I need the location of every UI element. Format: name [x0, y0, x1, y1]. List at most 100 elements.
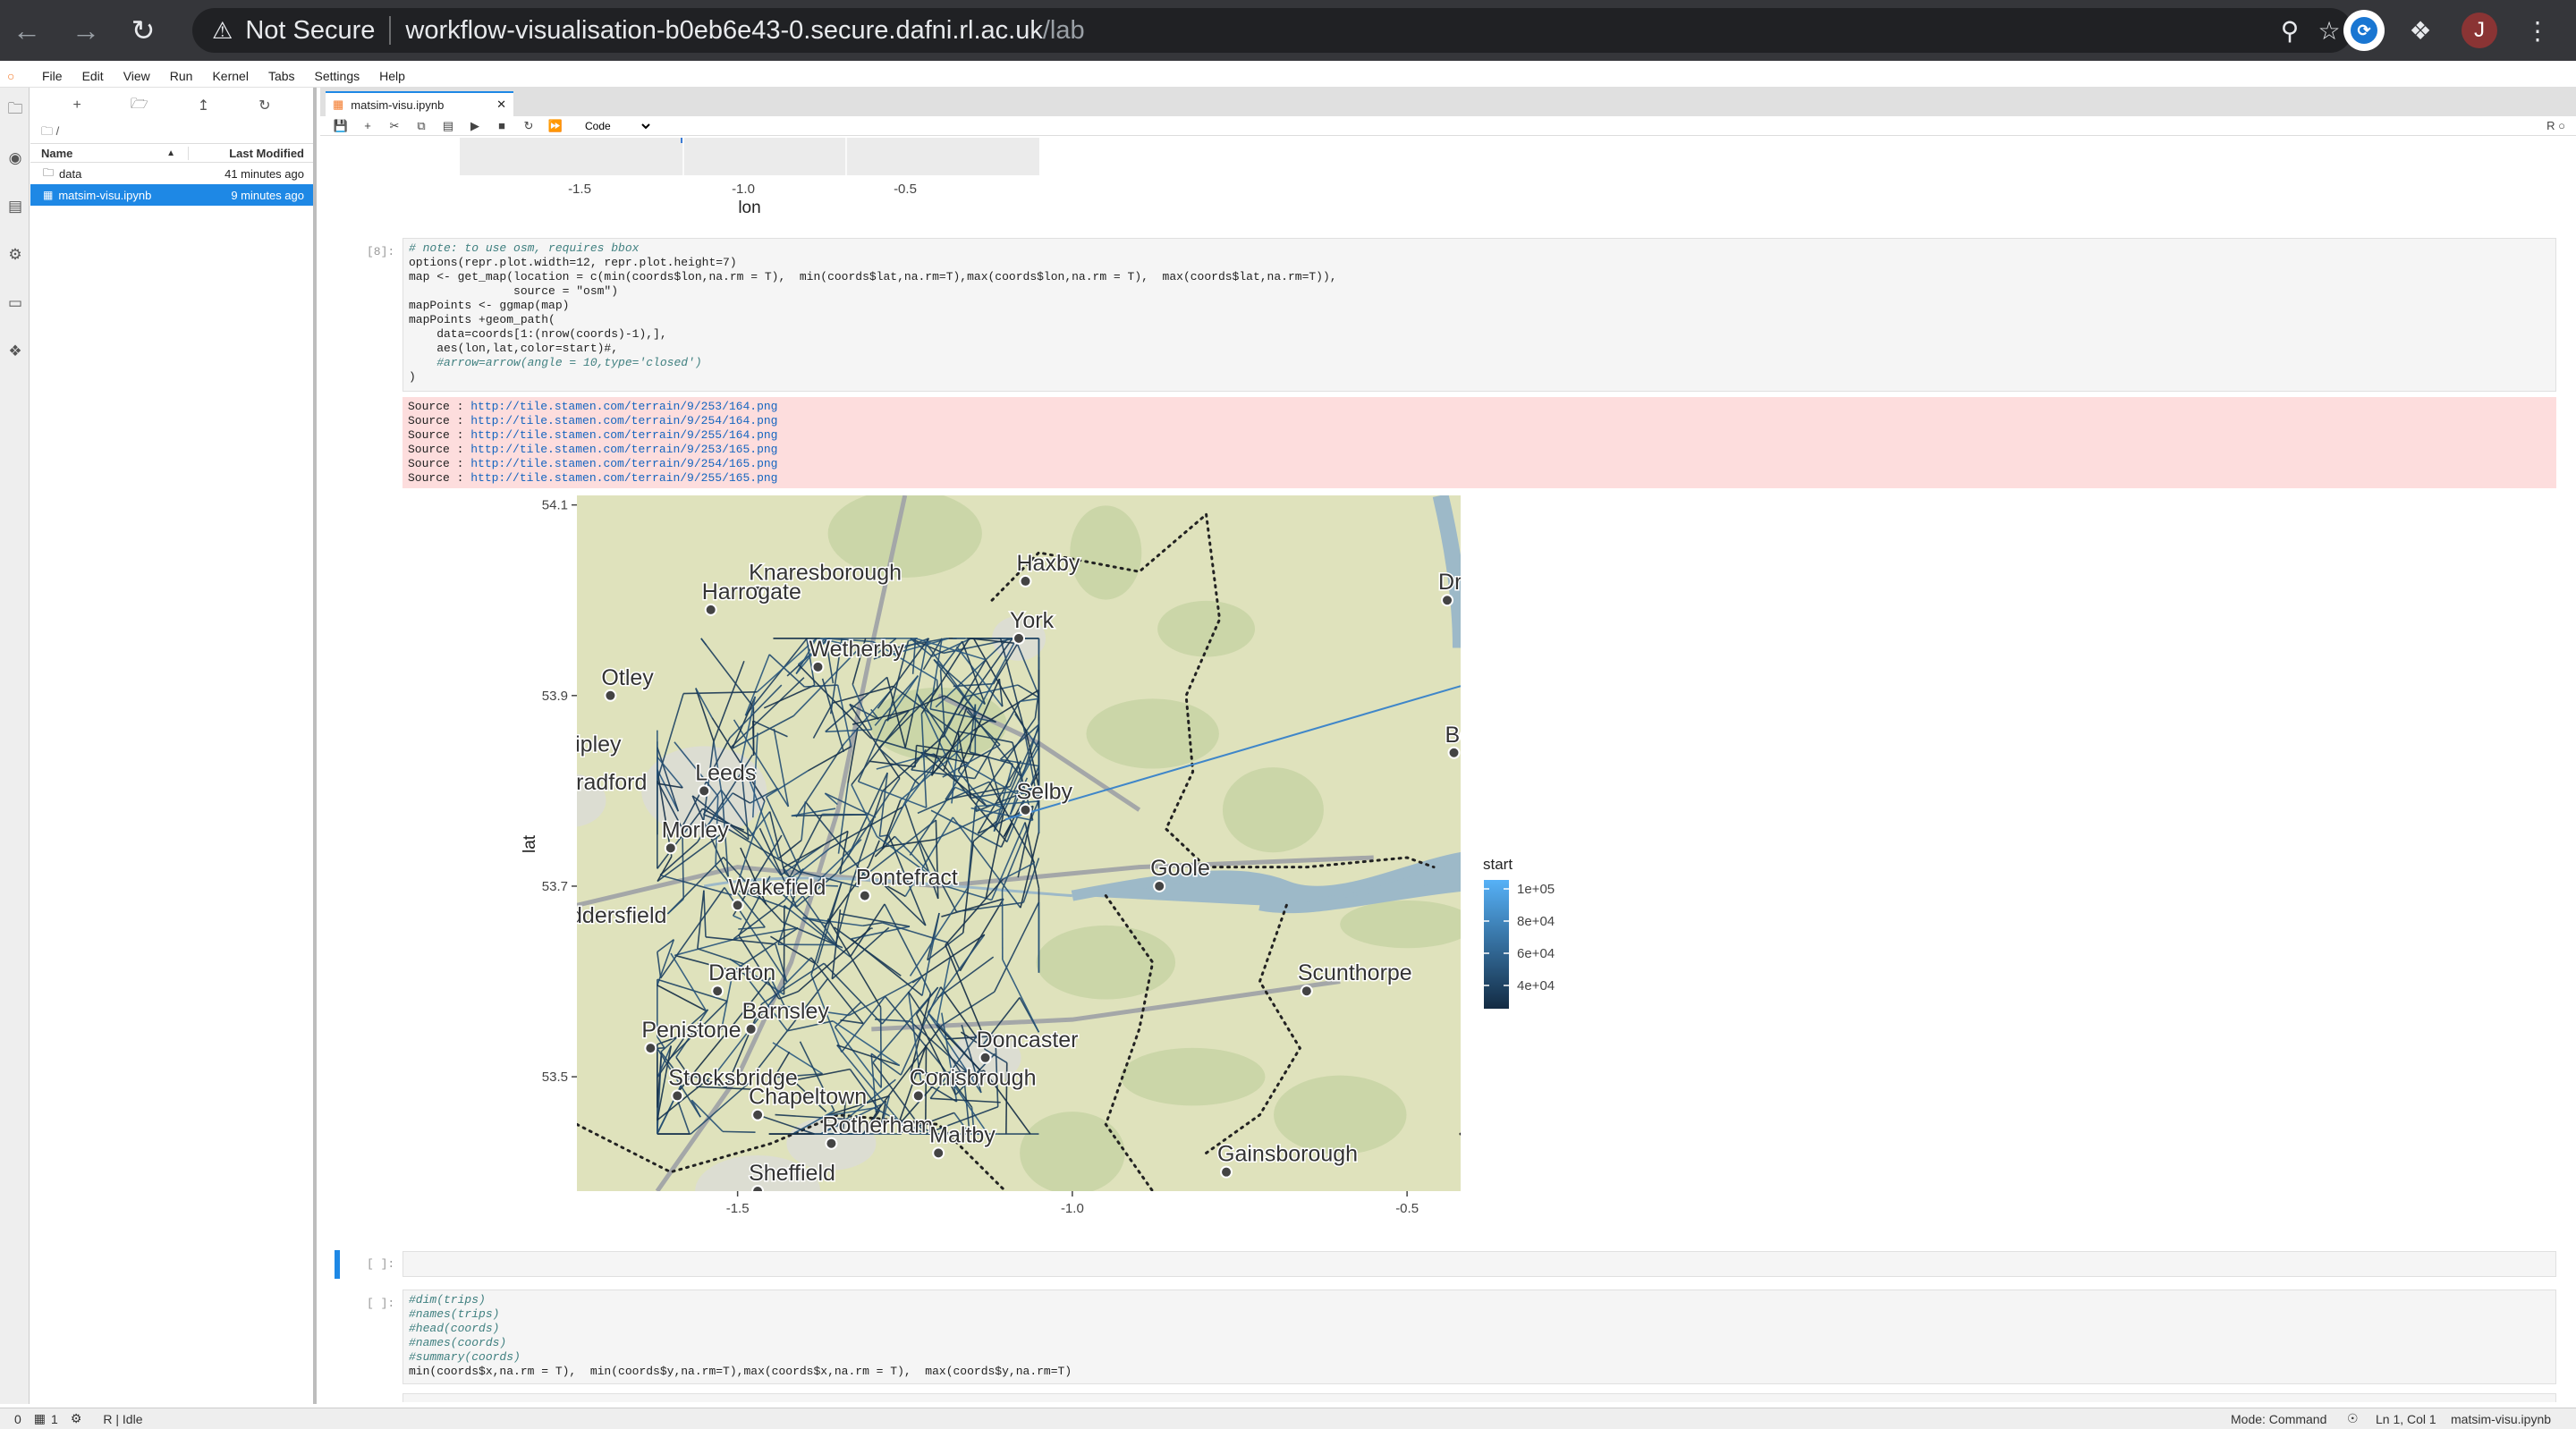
commands-icon[interactable]: ▤ — [5, 197, 25, 216]
run-icon[interactable]: ▶ — [462, 119, 488, 133]
y-tick-label: 54.1 — [542, 498, 568, 513]
place-dot — [1220, 1165, 1233, 1179]
menu-edit[interactable]: Edit — [72, 69, 114, 83]
extension-dafni[interactable]: ⟳ — [2343, 10, 2385, 51]
place-dot — [825, 1137, 838, 1150]
status-count[interactable]: 1 — [51, 1412, 58, 1426]
extensions-puzzle-icon[interactable]: ❖ — [2402, 11, 2438, 50]
property-inspector-icon[interactable]: ⚙ — [5, 245, 25, 265]
legend: start 1e+05 8e+04 6e+04 4e+04 — [1483, 856, 1555, 1009]
place-label: Maltby — [929, 1122, 996, 1147]
menu-view[interactable]: View — [114, 69, 160, 83]
reload-icon[interactable]: ↻ — [123, 11, 163, 50]
new-folder-icon[interactable]: 🗁 — [131, 94, 148, 118]
code-cell-input[interactable]: # note: to use osm, requires bbox options… — [402, 238, 2556, 392]
menu-help[interactable]: Help — [369, 69, 415, 83]
place-dot — [698, 784, 711, 798]
folder-icon: 🗀 — [41, 124, 54, 138]
place-dot — [704, 603, 717, 616]
kernel-indicator[interactable]: R ○ — [2546, 119, 2565, 132]
tile-link[interactable]: http://tile.stamen.com/terrain/9/253/165… — [470, 443, 777, 456]
breadcrumb[interactable]: 🗀 / — [30, 123, 313, 143]
extension-manager-icon[interactable]: ❖ — [5, 342, 25, 361]
running-icon[interactable]: ◉ — [5, 148, 25, 168]
menubar: ○ File Edit View Run Kernel Tabs Setting… — [0, 64, 2576, 88]
cell-type-select[interactable]: Code — [581, 118, 653, 133]
y-tick-label: 53.5 — [542, 1070, 568, 1085]
menu-run[interactable]: Run — [160, 69, 203, 83]
file-row[interactable]: ▦ matsim-visu.ipynb 9 minutes ago — [30, 184, 313, 206]
place-label: Haxby — [1016, 551, 1080, 576]
place-label: Conisbrough — [910, 1065, 1037, 1090]
status-count[interactable]: 0 — [14, 1412, 21, 1426]
kernel-status[interactable]: R | Idle — [103, 1412, 142, 1426]
cut-icon[interactable]: ✂ — [381, 119, 408, 133]
place-label: Wetherby — [809, 637, 904, 662]
x-tick-label: -0.5 — [894, 182, 917, 197]
cursor-position[interactable]: Ln 1, Col 1 — [2376, 1412, 2436, 1426]
notebook-icon: ▦ — [43, 189, 54, 201]
tile-link[interactable]: http://tile.stamen.com/terrain/9/255/165… — [470, 471, 777, 485]
menu-kernel[interactable]: Kernel — [202, 69, 258, 83]
profile-button[interactable]: J — [2462, 11, 2497, 50]
column-name[interactable]: Name — [30, 147, 166, 160]
column-modified[interactable]: Last Modified — [188, 146, 313, 160]
tile-link[interactable]: http://tile.stamen.com/terrain/9/253/164… — [470, 400, 777, 413]
place-dot — [1153, 879, 1166, 892]
paste-icon[interactable]: ▤ — [435, 119, 462, 133]
place-dot — [744, 1022, 758, 1036]
back-icon[interactable]: ← — [7, 11, 47, 50]
place-label: Otley — [601, 665, 654, 690]
code-cell-input[interactable]: #dim(trips) #names(trips) #head(coords) #na… — [402, 1289, 2556, 1384]
place-label: Barnsley — [742, 999, 830, 1024]
menu-settings[interactable]: Settings — [305, 69, 370, 83]
save-icon[interactable]: 💾 — [327, 119, 354, 133]
new-launcher-icon[interactable]: + — [73, 97, 81, 114]
tile-link[interactable]: http://tile.stamen.com/terrain/9/254/165… — [470, 457, 777, 470]
copy-icon[interactable]: ⧉ — [408, 119, 435, 133]
place-dot — [979, 1051, 992, 1064]
x-tick-label: -1.0 — [732, 182, 755, 197]
insert-cell-icon[interactable]: + — [354, 119, 381, 132]
tab-notebook[interactable]: ▦ matsim-visu.ipynb ✕ — [326, 91, 513, 116]
bookmark-star-icon[interactable]: ☆ — [2311, 13, 2347, 48]
place-dot — [751, 1108, 765, 1121]
stop-icon[interactable]: ■ — [488, 119, 515, 132]
tile-link[interactable]: http://tile.stamen.com/terrain/9/255/164… — [470, 428, 777, 442]
folder-icon[interactable]: 🗀 — [5, 100, 25, 120]
empty-code-cell[interactable] — [402, 1251, 2556, 1277]
menu-tabs[interactable]: Tabs — [258, 69, 305, 83]
restart-icon[interactable]: ↻ — [515, 119, 542, 133]
tabs-icon[interactable]: ▭ — [5, 293, 25, 313]
zoom-search-icon[interactable]: ⚲ — [2272, 13, 2308, 48]
fast-forward-icon[interactable]: ⏩ — [542, 119, 569, 133]
trip-segment — [879, 1007, 883, 1088]
file-modified: 41 minutes ago — [225, 166, 304, 181]
close-icon[interactable]: ✕ — [496, 97, 506, 112]
place-label: Cleethorpes — [1713, 989, 1834, 1014]
refresh-icon[interactable]: ↻ — [258, 97, 270, 114]
forward-icon[interactable]: → — [66, 11, 106, 50]
stderr-line: Source : http://tile.stamen.com/terrain/… — [408, 428, 2551, 443]
trusted-icon: ☉ — [2347, 1411, 2359, 1425]
place-dot — [1609, 519, 1620, 529]
code-line: options(repr.plot.width=12, repr.plot.he… — [409, 256, 737, 269]
upload-icon[interactable]: ↥ — [198, 97, 209, 114]
tile-link[interactable]: http://tile.stamen.com/terrain/9/254/164… — [470, 414, 777, 427]
kernel-name: R — [2546, 119, 2555, 132]
stderr-output: Source : http://tile.stamen.com/terrain/… — [402, 397, 2556, 488]
mode-indicator[interactable]: Mode: Command — [2231, 1412, 2326, 1426]
browser-menu-icon[interactable]: ⋮ — [2524, 11, 2551, 50]
browser-toolbar: ← → ↻ ⚠ Not Secure workflow-visualisatio… — [0, 0, 2576, 61]
file-name: matsim-visu.ipynb — [58, 188, 152, 202]
place-label: Hull — [1512, 817, 1550, 842]
legend-label: 4e+04 — [1517, 978, 1555, 994]
place-label: Rotherham — [822, 1113, 933, 1138]
x-tick-label: -1.0 — [1061, 1201, 1084, 1216]
place-dot — [518, 671, 529, 681]
file-row[interactable]: 🗀 data 41 minutes ago — [30, 163, 313, 184]
folder-icon: 🗀 — [43, 165, 55, 179]
menu-file[interactable]: File — [32, 69, 72, 83]
stderr-line: Source : http://tile.stamen.com/terrain/… — [408, 414, 2551, 428]
address-bar[interactable]: ⚠ Not Secure workflow-visualisation-b0eb… — [192, 8, 2352, 53]
